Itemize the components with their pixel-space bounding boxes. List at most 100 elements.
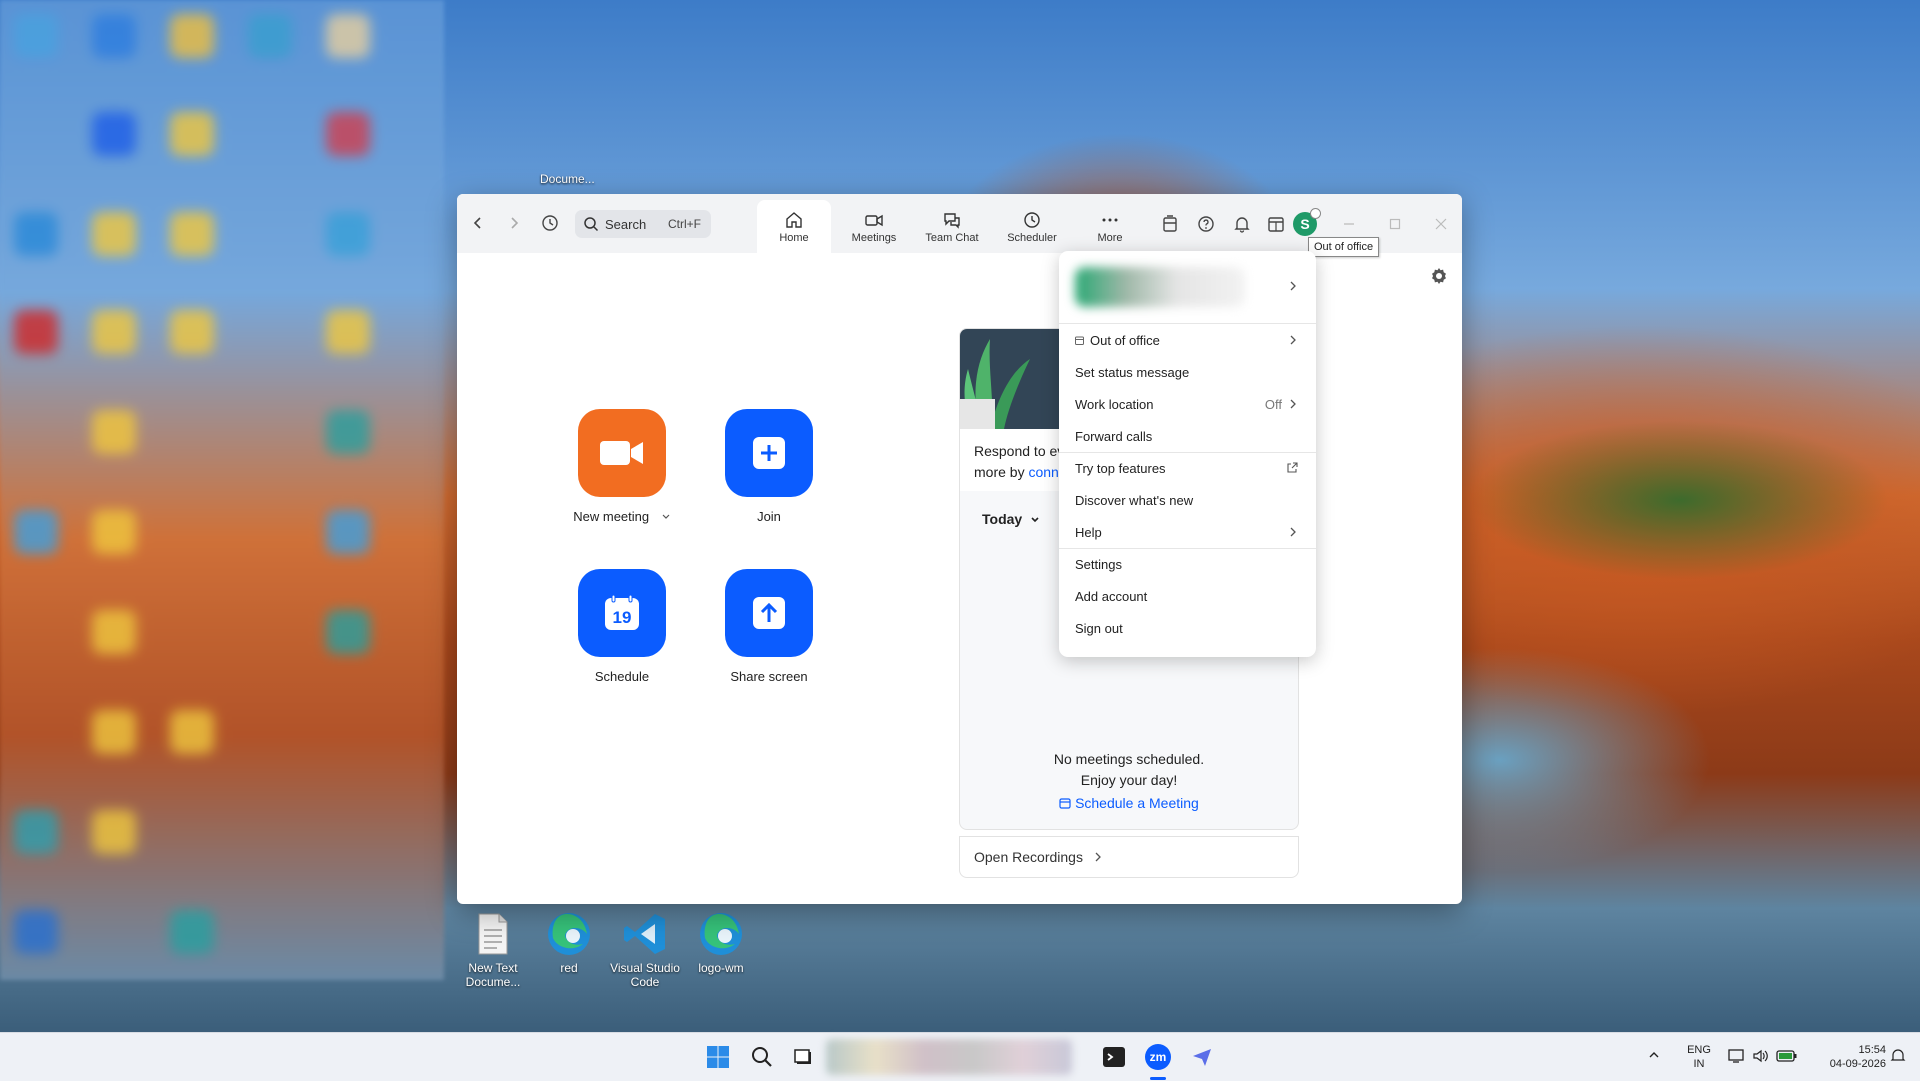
tab-label: Team Chat	[925, 231, 979, 244]
menu-item-settings[interactable]: Settings	[1059, 549, 1316, 579]
schedule-label: Schedule	[594, 669, 650, 684]
desktop-icon-label-top: Docume...	[540, 172, 595, 186]
status-away-icon	[1310, 208, 1321, 219]
menu-item-discover-whats-new[interactable]: Discover what's new	[1059, 485, 1316, 515]
tab-scheduler[interactable]: Scheduler	[995, 200, 1069, 253]
desktop-icon-new-text-document[interactable]: New Text Docume...	[456, 910, 530, 989]
desktop-icon-vscode[interactable]: Visual Studio Code	[608, 910, 682, 989]
upload-arrow-icon	[753, 597, 785, 629]
menu-item-set-status-message[interactable]: Set status message	[1059, 357, 1316, 387]
plus-icon	[753, 437, 785, 469]
show-hidden-icons-button[interactable]	[1648, 1050, 1660, 1064]
today-dropdown[interactable]: Today	[982, 511, 1040, 527]
tab-team-chat[interactable]: Team Chat	[915, 200, 989, 253]
chevron-down-icon	[1031, 517, 1039, 523]
language-indicator[interactable]: ENG IN	[1684, 1043, 1714, 1071]
tab-label: Scheduler	[1007, 231, 1057, 244]
maximize-button[interactable]	[1385, 214, 1405, 234]
menu-item-label: Settings	[1075, 556, 1122, 572]
back-button[interactable]	[465, 210, 491, 236]
schedule-tile: 19	[578, 569, 666, 657]
menu-item-try-top-features[interactable]: Try top features	[1059, 453, 1316, 483]
tab-label: More	[1097, 231, 1123, 244]
home-icon	[786, 211, 802, 228]
share-screen-button[interactable]: Share screen	[694, 569, 844, 684]
menu-item-sign-out[interactable]: Sign out	[1059, 613, 1316, 643]
desktop-icon-label: red	[560, 961, 578, 975]
chevron-down-icon[interactable]	[661, 513, 671, 521]
calendar-day: 19	[612, 608, 632, 627]
desktop-icon-red[interactable]: red	[532, 910, 606, 975]
profile-info-blurred	[1075, 267, 1245, 307]
blurred-desktop-icons	[0, 0, 444, 980]
close-icon	[1435, 218, 1447, 230]
schedule-meeting-link[interactable]: Schedule a Meeting	[960, 795, 1298, 811]
join-tile	[725, 409, 813, 497]
minimize-button[interactable]	[1339, 214, 1359, 234]
taskbar: zm ENG IN 15:54 04-09-2026	[0, 1032, 1920, 1081]
text-file-icon	[478, 913, 508, 955]
gear-icon[interactable]	[1429, 266, 1449, 286]
windows-logo-icon	[707, 1046, 729, 1068]
profile-card[interactable]	[1059, 251, 1316, 321]
menu-item-label: Set status message	[1075, 364, 1190, 380]
calendar-button[interactable]	[1265, 213, 1287, 235]
menu-item-label: Help	[1075, 524, 1102, 540]
calendar-icon	[1268, 217, 1284, 232]
profile-menu: Out of office Set status message Work lo…	[1059, 251, 1316, 657]
open-recordings-link[interactable]: Open Recordings	[959, 836, 1299, 878]
paper-plane-icon	[1193, 1049, 1211, 1066]
tab-home[interactable]: Home	[757, 200, 831, 253]
close-button[interactable]	[1431, 214, 1451, 234]
tab-more[interactable]: More	[1073, 200, 1147, 253]
clock[interactable]: 15:54 04-09-2026	[1810, 1043, 1886, 1071]
taskbar-app-zoom[interactable]: zm	[1142, 1041, 1174, 1073]
menu-item-help[interactable]: Help	[1059, 517, 1316, 547]
zoom-app-icon: zm	[1145, 1044, 1171, 1070]
desktop-icon-logo-wm[interactable]: logo-wm	[684, 910, 758, 975]
join-label: Join	[757, 509, 781, 524]
more-dots-icon	[1102, 218, 1118, 221]
menu-item-label: Sign out	[1075, 620, 1123, 636]
start-button[interactable]	[702, 1041, 734, 1073]
tab-meetings[interactable]: Meetings	[837, 200, 911, 253]
taskbar-app-send[interactable]	[1186, 1041, 1218, 1073]
out-of-office-tooltip: Out of office	[1308, 237, 1380, 257]
menu-item-work-location[interactable]: Work location Off	[1059, 389, 1316, 419]
external-link-icon	[1287, 462, 1298, 473]
promo-link[interactable]: conn	[1028, 464, 1058, 480]
bell-icon	[1234, 217, 1250, 233]
forward-button[interactable]	[501, 210, 527, 236]
search-shortcut: Ctrl+F	[668, 217, 701, 231]
empty-state: No meetings scheduled. Enjoy your day!	[1053, 751, 1205, 788]
menu-item-forward-calls[interactable]: Forward calls	[1059, 421, 1316, 451]
search-input[interactable]: Search Ctrl+F	[575, 210, 711, 238]
notifications-button[interactable]	[1231, 213, 1253, 235]
schedule-button[interactable]: 19 Schedule	[547, 569, 697, 684]
search-icon	[752, 1047, 772, 1067]
menu-divider	[1059, 323, 1316, 324]
taskbar-search-button[interactable]	[746, 1041, 778, 1073]
volume-icon[interactable]	[1752, 1048, 1770, 1068]
menu-item-out-of-office[interactable]: Out of office	[1059, 325, 1316, 355]
task-view-button[interactable]	[788, 1041, 820, 1073]
network-icon[interactable]	[1728, 1048, 1746, 1068]
chevron-right-icon	[1095, 852, 1101, 862]
workspace-button[interactable]	[1159, 213, 1181, 235]
new-meeting-label: New meeting	[547, 509, 697, 524]
new-meeting-button[interactable]: New meeting	[547, 409, 697, 524]
taskbar-app-terminal[interactable]	[1098, 1041, 1130, 1073]
history-icon	[542, 215, 558, 231]
calendar-icon	[1059, 798, 1071, 809]
desktop-icon-label: New Text Docume...	[465, 961, 521, 989]
chat-icon	[944, 212, 960, 229]
menu-item-label: Try top features	[1075, 460, 1166, 476]
vscode-icon	[624, 914, 665, 954]
battery-icon[interactable]	[1776, 1049, 1798, 1067]
menu-item-add-account[interactable]: Add account	[1059, 581, 1316, 611]
join-button[interactable]: Join	[694, 409, 844, 524]
search-label: Search	[605, 216, 647, 232]
help-button[interactable]	[1195, 213, 1217, 235]
notification-center-icon[interactable]	[1890, 1048, 1906, 1068]
history-button[interactable]	[537, 210, 563, 236]
